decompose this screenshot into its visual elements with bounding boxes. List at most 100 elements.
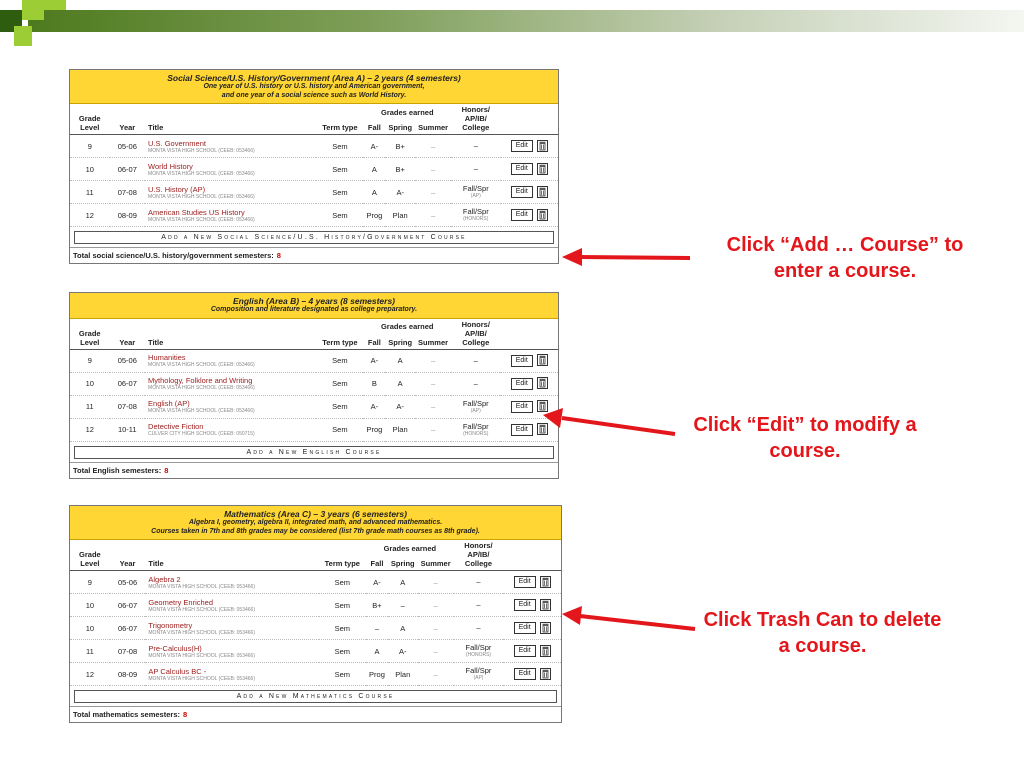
trash-icon[interactable] (536, 162, 548, 175)
year-cell: 10-11 (109, 418, 146, 442)
edit-button[interactable]: Edit (510, 377, 533, 390)
edit-button[interactable]: Edit (510, 163, 533, 176)
trash-icon[interactable] (539, 575, 551, 588)
arrow-to-add-button (562, 248, 691, 266)
course-title: AP Calculus BC - (148, 666, 207, 676)
grade-cell: 10 (70, 157, 110, 181)
column-header-fall: Fall (363, 333, 386, 350)
edit-button[interactable]: Edit (510, 140, 533, 153)
actions-cell: Edit (500, 203, 558, 227)
spring-grade-cell: A (385, 349, 416, 373)
edit-button[interactable]: Edit (513, 599, 536, 612)
year-cell: 05-06 (109, 570, 146, 594)
course-title: Mythology, Folklore and Writing (148, 376, 253, 385)
edit-button[interactable]: Edit (510, 209, 533, 222)
trash-icon[interactable] (536, 208, 548, 221)
grade-cell: 11 (70, 639, 110, 663)
header-square (14, 26, 32, 46)
actions-cell: Edit (503, 616, 561, 640)
course-school: MONTA VISTA HIGH SCHOOL (CEEB: 053466) (148, 362, 255, 368)
course-title: English (AP) (148, 399, 190, 408)
add-course-button[interactable]: Add a New Mathematics Course (74, 690, 557, 703)
course-school: MONTA VISTA HIGH SCHOOL (CEEB: 053466) (148, 606, 255, 613)
actions-cell: Edit (500, 372, 558, 396)
column-header-spring: Spring (385, 333, 416, 350)
edit-button[interactable]: Edit (510, 423, 533, 436)
honors-cell: Fall/Spr (HONORS) (451, 418, 501, 442)
total-label: Total English semesters: (73, 465, 162, 475)
spring-grade-cell: – (387, 593, 418, 617)
edit-button[interactable]: Edit (513, 576, 536, 589)
trash-icon[interactable] (539, 621, 551, 634)
fall-grade-cell: B+ (366, 593, 388, 617)
honors-cell: – (453, 570, 504, 594)
section-subtitle: Composition and literature designated as… (210, 306, 418, 313)
summer-grade-cell: – (415, 203, 452, 227)
honors-type: (AP) (470, 193, 481, 199)
course-title: Humanities (148, 353, 186, 362)
column-header-term: Term type (316, 318, 364, 350)
trash-icon[interactable] (539, 644, 551, 657)
year-cell: 05-06 (109, 349, 146, 373)
course-title: Algebra 2 (148, 574, 181, 584)
course-title: Trigonometry (148, 620, 193, 630)
year-cell: 07-08 (109, 395, 146, 419)
edit-button[interactable]: Edit (510, 354, 533, 367)
section-subtitle: Courses taken in 7th and 8th grades may … (151, 527, 480, 535)
term-cell: Sem (316, 349, 364, 373)
honors-cell: Fall/Spr (AP) (453, 662, 504, 686)
honors-value: – (473, 164, 478, 173)
title-cell: American Studies US History MONTA VISTA H… (145, 203, 317, 227)
fall-grade-cell: A (363, 157, 386, 181)
arrow-to-trash-button (562, 606, 696, 631)
honors-cell: Fall/Spr (AP) (451, 395, 501, 419)
trash-icon[interactable] (539, 598, 551, 611)
course-panel-mathematics: Mathematics (Area C) – 3 years (6 semest… (69, 505, 562, 723)
add-course-button[interactable]: Add a New English Course (74, 445, 554, 459)
column-header-year: Year (109, 540, 146, 571)
section-header: Mathematics (Area C) – 3 years (6 semest… (70, 506, 561, 540)
fall-grade-cell: Prog (363, 418, 386, 442)
column-header-grades-earned: Grades earned (383, 543, 437, 553)
course-panel-english: English (Area B) – 4 years (8 semesters)… (69, 292, 559, 479)
grade-cell: 12 (70, 662, 110, 686)
honors-value: Fall/Spr (465, 666, 492, 675)
term-cell: Sem (316, 180, 364, 204)
term-cell: Sem (316, 372, 364, 396)
title-cell: Algebra 2 MONTA VISTA HIGH SCHOOL (CEEB: … (145, 570, 319, 594)
trash-icon[interactable] (536, 185, 548, 198)
trash-icon[interactable] (536, 354, 548, 366)
title-cell: Geometry Enriched MONTA VISTA HIGH SCHOOL… (145, 593, 319, 617)
term-cell: Sem (318, 662, 367, 686)
spring-grade-cell: Plan (385, 418, 416, 442)
course-title: U.S. History (AP) (148, 184, 206, 194)
edit-button[interactable]: Edit (513, 622, 536, 635)
column-header-year: Year (109, 104, 146, 135)
column-header-term: Term type (316, 104, 364, 135)
edit-button[interactable]: Edit (510, 186, 533, 199)
edit-button[interactable]: Edit (513, 645, 536, 658)
fall-grade-cell: A- (363, 349, 386, 373)
add-course-button[interactable]: Add a New Social Science/U.S. History/Go… (74, 231, 554, 244)
trash-icon[interactable] (536, 139, 548, 152)
trash-icon[interactable] (539, 667, 551, 680)
actions-cell: Edit (500, 349, 558, 373)
table-row: 12 10-11 Detective Fiction CULVER CITY HIGH… (70, 418, 558, 442)
column-header-grade: Grade Level (70, 318, 110, 350)
honors-cell: – (453, 616, 504, 640)
table-row: 12 08-09 American Studies US History MONTA … (70, 203, 558, 227)
honors-cell: Fall/Spr (HONORS) (453, 639, 504, 663)
fall-grade-cell: Prog (363, 203, 386, 227)
course-title: Geometry Enriched (148, 597, 214, 607)
column-header-grade: Grade Level (70, 540, 110, 571)
term-cell: Sem (316, 418, 364, 442)
spring-grade-cell: B+ (385, 157, 416, 181)
column-header-title: Title (145, 318, 317, 350)
edit-button[interactable]: Edit (510, 400, 533, 413)
trash-icon[interactable] (536, 377, 548, 389)
honors-value: Fall/Spr (462, 398, 489, 408)
honors-type: (HONORS) (465, 652, 492, 658)
edit-button[interactable]: Edit (513, 668, 536, 681)
course-school: MONTA VISTA HIGH SCHOOL (CEEB: 053466) (148, 583, 255, 590)
column-header-actions (500, 104, 558, 135)
